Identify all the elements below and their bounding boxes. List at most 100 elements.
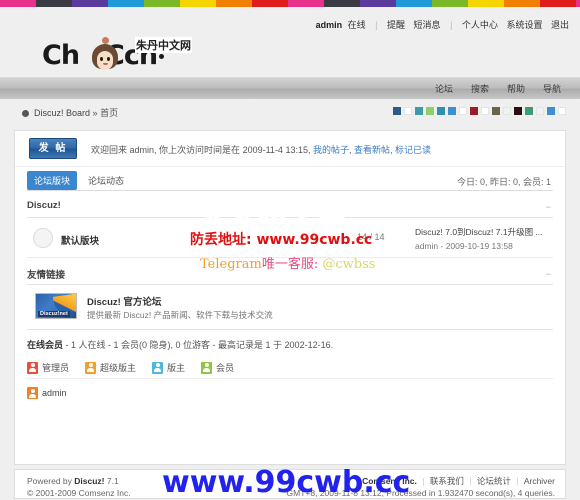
theme-swatch-15[interactable]	[558, 107, 566, 115]
top-link-pm[interactable]: 短消息	[414, 20, 441, 30]
tab-forum-sections[interactable]: 论坛版块	[27, 171, 78, 190]
theme-swatch-10[interactable]	[503, 107, 511, 115]
welcome-link-my-posts[interactable]: 我的帖子	[313, 145, 349, 155]
online-member-0[interactable]: admin	[27, 387, 67, 399]
breadcrumb: Discuz! Board » 首页	[22, 106, 118, 119]
page-root: admin 在线 | 提醒 短消息 | 个人中心 系统设置 退出 ChCcnco…	[0, 7, 580, 500]
welcome-link-mark-read[interactable]: 标记已读	[395, 145, 431, 155]
color-strip-band	[36, 0, 72, 7]
color-strip-band	[468, 0, 504, 7]
top-link-divider-2: |	[450, 20, 453, 30]
logo-word-pre: Ch	[42, 40, 80, 71]
footer-links: Comsenz Inc. | 联系我们 | 论坛统计 | Archiver	[287, 475, 555, 487]
nav-item-forum[interactable]: 论坛	[426, 78, 462, 100]
theme-swatch-11[interactable]	[514, 107, 522, 115]
tab-forum-activity[interactable]: 论坛动态	[81, 171, 131, 190]
footer-link-archiver[interactable]: Archiver	[524, 476, 555, 486]
legend-item-0: 管理员	[27, 361, 69, 374]
online-members-summary: - 1 人在线 - 1 会员(0 隐身), 0 位游客 - 最高记录是 1 于 …	[65, 340, 334, 350]
logo-cn-name: 朱丹中文网	[135, 37, 192, 53]
theme-swatch-14[interactable]	[547, 107, 555, 115]
breadcrumb-bar: Discuz! Board » 首页	[0, 99, 580, 125]
legend-item-label: 超级版主	[100, 363, 137, 373]
theme-swatch-4[interactable]	[437, 107, 445, 115]
forum-tabs: 论坛版块 论坛动态	[27, 171, 135, 190]
legend-item-3: 会员	[201, 361, 234, 374]
theme-swatch-7[interactable]	[470, 107, 478, 115]
theme-swatch-6[interactable]	[459, 107, 467, 115]
theme-swatch-0[interactable]	[393, 107, 401, 115]
friend-link-thumb-label: Discuz!net	[38, 311, 70, 317]
forum-post-count: 14 / 14	[357, 232, 385, 242]
user-group-icon	[27, 361, 38, 374]
breadcrumb-separator: »	[92, 108, 98, 118]
theme-swatch-3[interactable]	[426, 107, 434, 115]
site-logo[interactable]: ChCcncom 朱丹中文网	[42, 35, 222, 113]
color-strip-band	[252, 0, 288, 7]
theme-swatch-row[interactable]	[393, 107, 566, 115]
online-member-name[interactable]: admin	[42, 388, 67, 398]
forum-tab-row: 论坛版块 论坛动态 今日: 0, 昨日: 0, 会员: 1	[15, 167, 565, 191]
online-members-label: 在线会员	[27, 340, 64, 350]
site-footer: Powered by Discuz! 7.1 © 2001-2009 Comse…	[14, 469, 566, 499]
footer-powered-name[interactable]: Discuz!	[74, 476, 104, 486]
breadcrumb-current: 首页	[100, 108, 119, 118]
theme-swatch-8[interactable]	[481, 107, 489, 115]
theme-swatch-13[interactable]	[536, 107, 544, 115]
breadcrumb-root[interactable]: Discuz! Board	[34, 108, 90, 118]
theme-swatch-2[interactable]	[415, 107, 423, 115]
collapse-icon[interactable]: −	[546, 202, 551, 212]
color-strip-band	[432, 0, 468, 7]
friend-link-desc: 提供最新 Discuz! 产品新闻、软件下载与技术交流	[87, 310, 273, 320]
top-link-usercenter[interactable]: 个人中心	[462, 20, 498, 30]
color-strip-band	[72, 0, 108, 7]
list-item[interactable]: Discuz!net Discuz! 官方论坛 提供最新 Discuz! 产品新…	[27, 285, 553, 329]
footer-link-stats[interactable]: 论坛统计	[477, 476, 511, 486]
new-post-button[interactable]: 发 帖	[29, 138, 77, 159]
top-link-online[interactable]: 在线	[348, 20, 366, 30]
footer-link-contact[interactable]: 联系我们	[430, 476, 464, 486]
welcome-link-new-posts[interactable]: 查看新帖	[354, 145, 390, 155]
welcome-bar: 发 帖 欢迎回来 admin, 你上次访问时间是在 2009-11-4 13:1…	[15, 131, 565, 167]
top-color-strip	[0, 0, 580, 7]
legend-item-label: 会员	[216, 363, 235, 373]
nav-item-guide[interactable]: 导航	[534, 78, 570, 100]
forum-last-post-meta: admin - 2009-10-19 13:58	[415, 241, 513, 251]
theme-swatch-9[interactable]	[492, 107, 500, 115]
main-navbar: 论坛 搜索 帮助 导航	[0, 77, 580, 99]
theme-swatch-1[interactable]	[404, 107, 412, 115]
forum-stats: 今日: 0, 昨日: 0, 会员: 1	[456, 177, 551, 187]
legend-item-label: 版主	[167, 363, 186, 373]
theme-swatch-5[interactable]	[448, 107, 456, 115]
footer-divider-3: |	[516, 476, 519, 486]
user-group-legend: 管理员 超级版主 版主 会员	[27, 357, 553, 379]
forum-last-post-title[interactable]: Discuz! 7.0到Discuz! 7.1升级图 ...	[415, 225, 575, 239]
top-link-logout[interactable]: 退出	[551, 20, 569, 30]
links-collapse-icon[interactable]: −	[546, 269, 551, 279]
footer-company[interactable]: Comsenz Inc.	[362, 476, 417, 486]
color-strip-band	[504, 0, 540, 7]
forum-name[interactable]: 默认版块	[61, 233, 99, 247]
nav-item-help[interactable]: 帮助	[498, 78, 534, 100]
forum-folder-icon	[33, 228, 53, 248]
color-strip-band	[144, 0, 180, 7]
top-link-settings[interactable]: 系统设置	[506, 20, 542, 30]
theme-swatch-12[interactable]	[525, 107, 533, 115]
welcome-prefix: 欢迎回来	[91, 145, 128, 155]
friend-link-title[interactable]: Discuz! 官方论坛	[87, 294, 161, 308]
legend-item-1: 超级版主	[85, 361, 136, 374]
site-header: admin 在线 | 提醒 短消息 | 个人中心 系统设置 退出 ChCcnco…	[0, 7, 580, 113]
table-row[interactable]: 默认版块 14 / 14 Discuz! 7.0到Discuz! 7.1升级图 …	[27, 218, 553, 258]
user-group-icon	[85, 361, 97, 374]
user-group-icon	[152, 361, 164, 374]
top-link-notice[interactable]: 提醒	[387, 20, 405, 30]
forum-group-header: Discuz! −	[27, 196, 553, 218]
legend-item-label: 管理员	[42, 363, 70, 373]
main-content-card: 发 帖 欢迎回来 admin, 你上次访问时间是在 2009-11-4 13:1…	[14, 130, 566, 465]
top-username: admin	[315, 20, 343, 30]
nav-item-search[interactable]: 搜索	[462, 78, 498, 100]
online-member-list: admin	[27, 387, 553, 399]
logo-girl-icon	[92, 37, 118, 73]
friend-link-thumbnail-icon[interactable]: Discuz!net	[35, 293, 77, 319]
color-strip-band	[576, 0, 580, 7]
